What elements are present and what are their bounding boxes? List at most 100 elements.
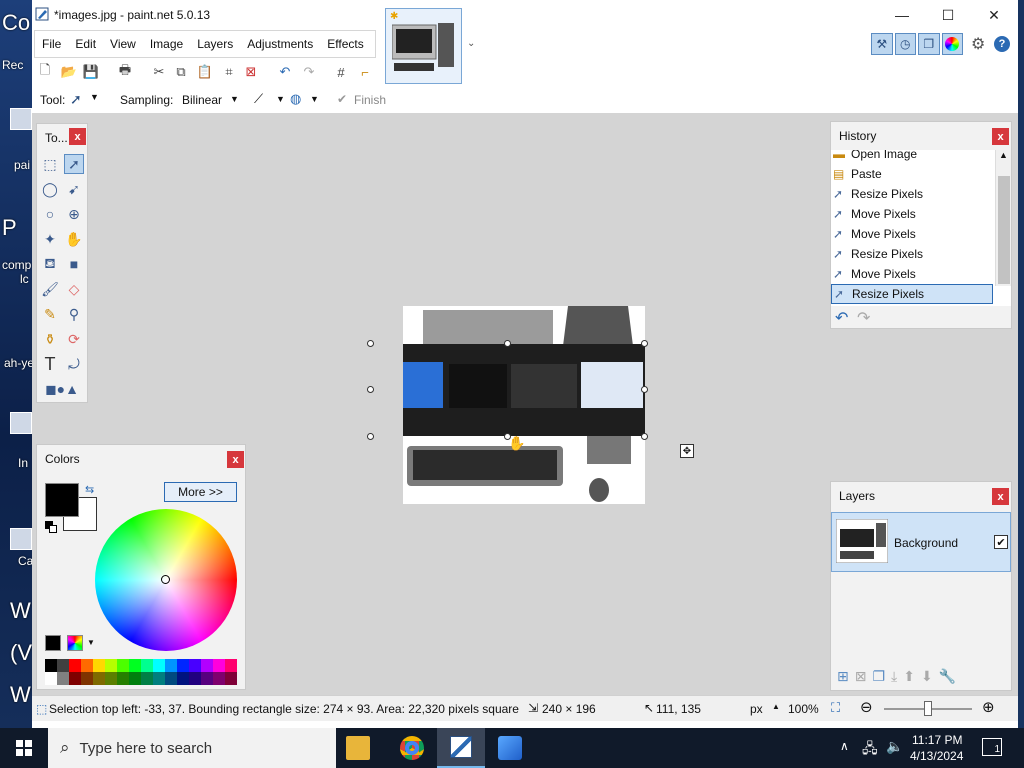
layers-toggle-icon[interactable]: ❐ xyxy=(918,33,940,55)
layer-visibility-checkbox[interactable]: ✔ xyxy=(994,535,1008,549)
selection-handle[interactable] xyxy=(504,340,511,347)
desktop-label[interactable]: Rec xyxy=(2,58,23,72)
undo-icon[interactable]: ↶ xyxy=(276,63,294,81)
history-item-selected[interactable]: ➚ Resize Pixels xyxy=(831,284,993,304)
units-select[interactable]: px xyxy=(750,702,763,716)
desktop-label[interactable]: In xyxy=(18,456,28,470)
duplicate-layer-icon[interactable]: ❐ xyxy=(872,668,885,685)
desktop-label[interactable]: lc xyxy=(20,272,29,286)
redo-icon[interactable]: ↷ xyxy=(300,63,318,81)
zoom-out-icon[interactable]: ⊖ xyxy=(860,698,873,716)
primary-color-swatch[interactable] xyxy=(45,483,79,517)
zoom-value[interactable]: 100% xyxy=(788,702,819,716)
menu-edit[interactable]: Edit xyxy=(68,30,103,58)
text-tool-icon[interactable]: T xyxy=(40,354,60,374)
menu-view[interactable]: View xyxy=(103,30,143,58)
tools-panel-close-button[interactable]: x xyxy=(69,128,86,145)
move-selection-icon[interactable]: ➹ xyxy=(64,179,84,199)
settings-gear-icon[interactable]: ⚙ xyxy=(971,34,985,54)
photos-app-icon[interactable] xyxy=(498,736,522,760)
finish-button[interactable]: Finish xyxy=(354,93,386,107)
desktop-label[interactable]: Ca xyxy=(18,554,32,568)
copy-icon[interactable]: ⧉ xyxy=(172,63,190,81)
desktop-label[interactable]: comp xyxy=(2,258,31,272)
rectangle-select-icon[interactable]: ⬚ xyxy=(40,154,60,174)
crop-icon[interactable]: ⌗ xyxy=(220,63,238,81)
palette-menu-icon[interactable] xyxy=(67,635,83,651)
canvas-workspace[interactable]: ✋ ✥ To... x ⬚ ➚ ◯ ➹ ○ ⊕ ✦ ✋ ⛾ ■ 🖌 ◇ ✎ ⚲ … xyxy=(32,113,1018,695)
zoom-in-icon[interactable]: ⊕ xyxy=(982,698,995,716)
save-icon[interactable]: 💾 xyxy=(82,63,100,81)
history-panel-close-button[interactable]: x xyxy=(992,128,1009,145)
desktop-label[interactable]: ah-ye xyxy=(4,356,32,370)
history-item[interactable]: ➚ Move Pixels xyxy=(831,204,993,224)
shapes-tool-icon[interactable]: ◼●▲ xyxy=(40,379,84,399)
tools-toggle-icon[interactable]: ⚒ xyxy=(871,33,893,55)
new-file-icon[interactable]: 🗋 xyxy=(36,62,54,81)
chrome-icon[interactable] xyxy=(400,736,424,760)
color-palette[interactable] xyxy=(45,659,237,685)
volume-icon[interactable]: 🔈 xyxy=(886,738,903,755)
desktop-app-icon[interactable] xyxy=(10,528,32,550)
help-icon[interactable]: ? xyxy=(994,36,1010,52)
show-hidden-icons-icon[interactable]: ∧ xyxy=(840,739,849,753)
more-colors-button[interactable]: More >> xyxy=(164,482,237,502)
menu-file[interactable]: File xyxy=(35,30,68,58)
menu-effects[interactable]: Effects xyxy=(320,30,370,58)
color-picker-icon[interactable]: ⚲ xyxy=(64,304,84,324)
clock-time[interactable]: 11:17 PM xyxy=(912,733,962,747)
antialiasing-dropdown-icon[interactable]: ▼ xyxy=(276,94,285,104)
maximize-button[interactable]: ☐ xyxy=(925,0,971,30)
history-undo-icon[interactable]: ↶ xyxy=(835,308,848,328)
selection-handle[interactable] xyxy=(641,433,648,440)
pan-hand-icon[interactable]: ✋ xyxy=(64,229,84,249)
desktop-label[interactable]: pai xyxy=(14,158,30,172)
menu-adjustments[interactable]: Adjustments xyxy=(240,30,320,58)
history-redo-icon[interactable]: ↷ xyxy=(857,308,870,328)
open-file-icon[interactable]: 📂 xyxy=(60,63,78,81)
clock-date[interactable]: 4/13/2024 xyxy=(910,749,963,763)
file-explorer-icon[interactable] xyxy=(346,736,370,760)
print-icon[interactable]: 🖶 xyxy=(116,62,134,81)
history-item[interactable]: ➚ Move Pixels xyxy=(831,224,993,244)
cut-icon[interactable]: ✂ xyxy=(150,63,168,81)
move-selected-pixels-icon[interactable]: ➚ xyxy=(64,154,84,174)
selection-handle[interactable] xyxy=(641,340,648,347)
history-item[interactable]: ▬ Open Image xyxy=(831,150,993,164)
colors-panel-close-button[interactable]: x xyxy=(227,451,244,468)
ellipse-select-icon[interactable]: ○ xyxy=(40,204,60,224)
paintnet-taskbar-button[interactable] xyxy=(437,728,485,768)
units-dropdown-icon[interactable]: ▲ xyxy=(772,702,780,711)
history-item[interactable]: ➚ Move Pixels xyxy=(831,264,993,284)
palette-dropdown-icon[interactable]: ▼ xyxy=(87,638,95,647)
delete-layer-icon[interactable]: ⊠ xyxy=(855,668,867,685)
network-icon[interactable]: 🖧 xyxy=(862,738,878,762)
blend-mode-icon[interactable]: ◍ xyxy=(290,91,301,107)
paint-bucket-icon[interactable]: ⛾ xyxy=(40,254,60,274)
start-button[interactable] xyxy=(0,728,48,768)
merge-layer-icon[interactable]: ⤓ xyxy=(891,668,897,685)
tool-dropdown-icon[interactable]: ▼ xyxy=(90,92,99,102)
palette-primary-mini-swatch[interactable] xyxy=(45,635,61,651)
magic-wand-icon[interactable]: ✦ xyxy=(40,229,60,249)
menu-layers[interactable]: Layers xyxy=(190,30,240,58)
move-handle-icon[interactable]: ✥ xyxy=(680,444,694,458)
selection-handle[interactable] xyxy=(367,340,374,347)
sampling-dropdown-icon[interactable]: ▼ xyxy=(230,94,239,104)
title-bar[interactable]: *images.jpg - paint.net 5.0.13 — ☐ ✕ xyxy=(32,0,1018,30)
taskbar-search-box[interactable]: ⌕ Type here to search xyxy=(48,728,336,768)
add-layer-icon[interactable]: ⊞ xyxy=(837,668,849,685)
line-curve-icon[interactable]: ⤾ xyxy=(64,354,84,374)
history-toggle-icon[interactable]: ◷ xyxy=(894,33,916,55)
grid-icon[interactable]: # xyxy=(332,63,350,81)
history-item[interactable]: ▤ Paste xyxy=(831,164,993,184)
move-layer-up-icon[interactable]: ⬆ xyxy=(903,668,915,685)
color-wheel-cursor[interactable] xyxy=(161,575,170,584)
zoom-slider-thumb[interactable] xyxy=(924,701,932,716)
recolor-icon[interactable]: ⟳ xyxy=(64,329,84,349)
reset-colors-icon[interactable] xyxy=(45,521,57,533)
zoom-to-window-icon[interactable]: ⛶ xyxy=(831,700,840,716)
layers-panel-close-button[interactable]: x xyxy=(992,488,1009,505)
blend-dropdown-icon[interactable]: ▼ xyxy=(310,94,319,104)
desktop-app-icon[interactable] xyxy=(10,412,32,434)
